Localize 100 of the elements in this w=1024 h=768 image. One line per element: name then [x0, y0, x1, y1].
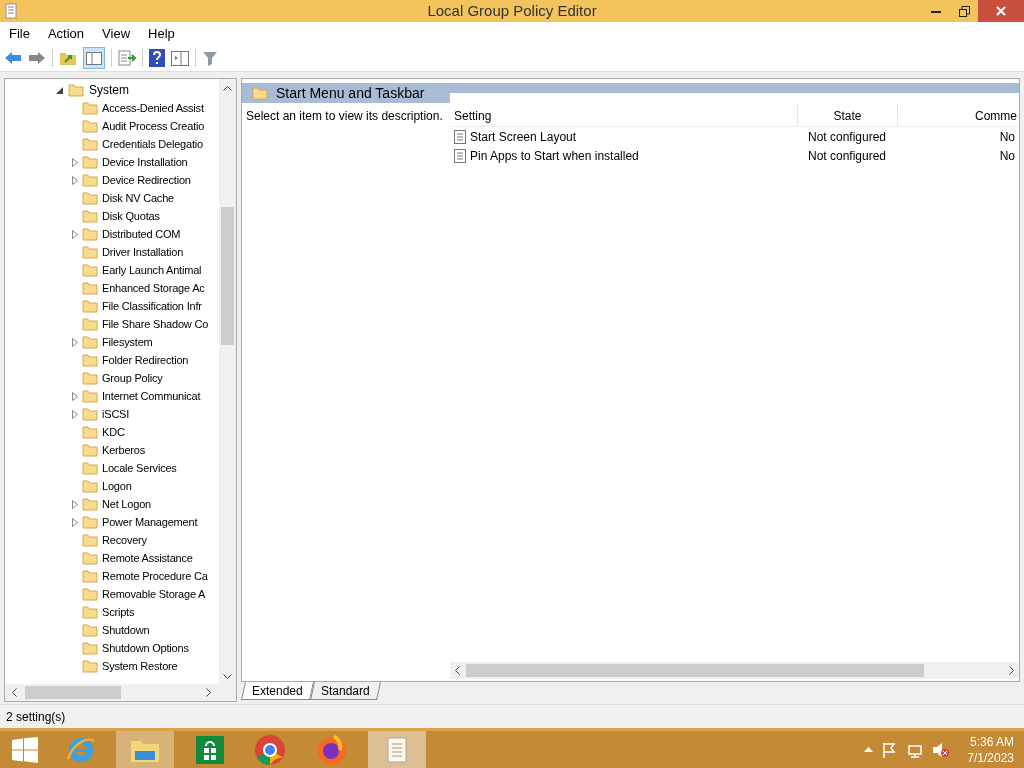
menu-item[interactable]: File — [0, 23, 39, 44]
firefox-icon[interactable] — [316, 733, 348, 766]
close-button[interactable] — [978, 0, 1024, 22]
back-arrow-icon[interactable] — [4, 51, 22, 65]
tree-item[interactable]: Credentials Delegatio — [102, 135, 203, 153]
minimize-icon — [931, 9, 941, 13]
folder-icon — [82, 155, 98, 169]
tree-item[interactable]: Filesystem — [102, 333, 153, 351]
column-header[interactable]: Setting — [450, 105, 798, 126]
filter-icon[interactable] — [202, 50, 218, 66]
tree-item[interactable]: Logon — [102, 477, 132, 495]
folder-icon — [82, 641, 98, 655]
menu-item[interactable]: View — [93, 23, 140, 44]
tree-item[interactable]: Shutdown — [102, 621, 150, 639]
folder-icon — [82, 371, 98, 385]
chrome-icon[interactable] — [254, 733, 286, 766]
collapsed-arrow-icon[interactable] — [71, 229, 78, 239]
menu-item[interactable]: Help — [139, 23, 184, 44]
column-header[interactable]: Comme — [898, 105, 1019, 126]
folder-icon — [82, 335, 98, 349]
policy-icon — [454, 148, 466, 163]
tree-item[interactable]: Distributed COM — [102, 225, 181, 243]
folder-icon — [82, 407, 98, 421]
scroll-thumb[interactable] — [25, 686, 121, 699]
tree-item[interactable]: Enhanced Storage Ac — [102, 279, 205, 297]
folder-icon — [82, 299, 98, 313]
tree-item[interactable]: File Share Shadow Co — [102, 315, 209, 333]
caret-icon[interactable] — [864, 747, 874, 752]
table-cell-text: No — [999, 128, 1015, 146]
tree-item[interactable]: System — [89, 81, 129, 99]
folder-icon — [82, 497, 98, 511]
tab[interactable]: Standard — [309, 682, 381, 700]
tab[interactable]: Extended — [241, 682, 314, 700]
folder-icon — [82, 101, 98, 115]
close-icon — [996, 6, 1006, 16]
tree-item[interactable]: Folder Redirection — [102, 351, 189, 369]
folder-icon — [82, 173, 98, 187]
tree-item[interactable]: Kerberos — [102, 441, 146, 459]
window-title: Local Group Policy Editor — [426, 0, 598, 21]
menu-item[interactable]: Action — [38, 23, 94, 44]
folder-up-icon[interactable] — [59, 50, 77, 66]
tree-item[interactable]: Scripts — [102, 603, 135, 621]
tree-item[interactable]: Access-Denied Assist — [102, 99, 204, 117]
tree-item[interactable]: iSCSI — [102, 405, 130, 423]
table-cell[interactable]: Start Screen Layout — [470, 127, 577, 146]
taskbar-app-button[interactable] — [368, 731, 426, 768]
vertical-scrollbar[interactable] — [219, 79, 236, 684]
taskbar-app-button[interactable] — [116, 731, 174, 768]
table-cell[interactable]: Pin Apps to Start when installed — [470, 146, 639, 165]
pane-icon[interactable] — [171, 50, 189, 66]
tree-item[interactable]: Group Policy — [102, 369, 163, 387]
tree-item[interactable]: Audit Process Creatio — [102, 117, 205, 135]
tree-item[interactable]: Locale Services — [102, 459, 177, 477]
folder-icon — [82, 425, 98, 439]
scroll-icon — [385, 735, 409, 764]
tree-item[interactable]: Device Installation — [102, 153, 188, 171]
horizontal-scrollbar[interactable] — [450, 662, 1019, 679]
store-icon[interactable] — [196, 735, 224, 764]
tree-item[interactable]: Shutdown Options — [102, 639, 189, 657]
tree-item[interactable]: Recovery — [102, 531, 147, 549]
tree-item[interactable]: Internet Communicat — [102, 387, 201, 405]
scroll-thumb[interactable] — [221, 207, 234, 345]
folder-icon — [82, 227, 98, 241]
windows-logo-icon[interactable] — [12, 736, 38, 763]
folder-icon — [82, 443, 98, 457]
folder-icon — [82, 605, 98, 619]
status-text: 2 setting(s) — [6, 708, 66, 726]
tree-item[interactable]: Net Logon — [102, 495, 151, 513]
expanded-arrow-icon[interactable] — [56, 86, 63, 94]
folder-icon — [68, 83, 84, 97]
table-cell-text: No — [999, 147, 1015, 165]
tree-item[interactable]: Early Launch Antimal — [102, 261, 202, 279]
folder-icon — [82, 659, 98, 673]
tree-item[interactable]: System Restore — [102, 657, 178, 675]
folder-icon — [82, 119, 98, 133]
section-title: Start Menu and Taskbar — [276, 83, 425, 103]
tree-item[interactable]: Disk NV Cache — [102, 189, 174, 207]
folder-icon — [82, 569, 98, 583]
tree-item[interactable]: Removable Storage A — [102, 585, 206, 603]
collapsed-arrow-icon[interactable] — [71, 337, 78, 347]
forward-arrow-icon[interactable] — [28, 51, 46, 65]
table-cell: Not configured — [808, 148, 887, 163]
tree-item[interactable]: Driver Installation — [102, 243, 184, 261]
restore-icon — [958, 5, 970, 17]
show-tree-button[interactable] — [83, 47, 105, 69]
tree-item[interactable]: Power Management — [102, 513, 198, 531]
scroll-thumb[interactable] — [466, 664, 924, 677]
column-header[interactable]: State — [798, 105, 898, 126]
folder-icon — [82, 245, 98, 259]
export-list-icon[interactable] — [118, 50, 136, 66]
muted-speaker-icon[interactable] — [932, 741, 951, 758]
folder-icon — [82, 461, 98, 475]
tree-item[interactable]: File Classification Infr — [102, 297, 202, 315]
tree-item[interactable]: Remote Procedure Ca — [102, 567, 208, 585]
tree-item[interactable]: Device Redirection — [102, 171, 191, 189]
horizontal-scrollbar[interactable] — [5, 684, 236, 701]
tree-item[interactable]: Remote Assistance — [102, 549, 193, 567]
tree-item[interactable]: KDC — [102, 423, 125, 441]
tree-item[interactable]: Disk Quotas — [102, 207, 160, 225]
help-icon[interactable] — [149, 49, 165, 67]
